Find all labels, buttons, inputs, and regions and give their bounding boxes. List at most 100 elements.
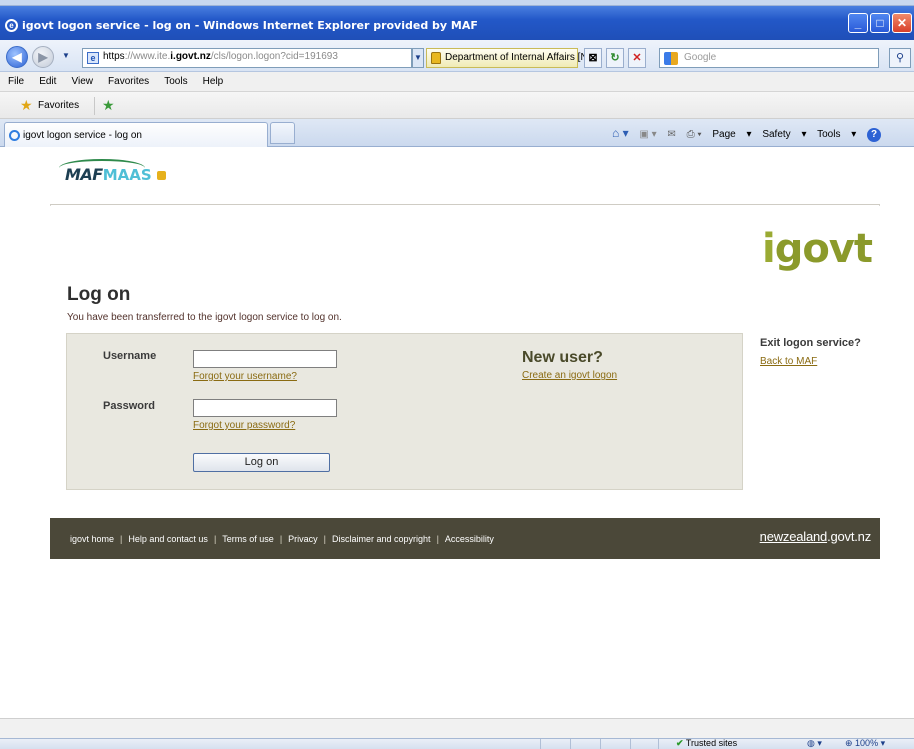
divider xyxy=(570,739,571,749)
page-viewport: MAFMAAS igovt Log on You have been trans… xyxy=(0,147,914,739)
logon-form: Username Forgot your username? Password … xyxy=(66,333,743,490)
footer-link-igovt-home[interactable]: igovt home xyxy=(70,534,114,544)
address-bar[interactable]: e https://www.ite.i.govt.nz/cls/logon.log… xyxy=(82,48,412,68)
page-container: MAFMAAS igovt Log on You have been trans… xyxy=(50,147,880,559)
divider: | xyxy=(323,534,327,544)
status-bar: ✔ Trusted sites ◍ ▾ ⊕ 100% ▾ xyxy=(0,738,914,749)
logon-button[interactable]: Log on xyxy=(193,453,330,472)
username-field[interactable] xyxy=(193,350,337,368)
back-to-maf-link[interactable]: Back to MAF xyxy=(760,356,817,367)
create-logon-link[interactable]: Create an igovt logon xyxy=(522,370,617,381)
footer-link-terms[interactable]: Terms of use xyxy=(222,534,274,544)
mail-icon[interactable]: ✉ xyxy=(667,129,675,140)
newzealand-govt-logo[interactable]: newzealand.govt.nz xyxy=(759,529,872,544)
divider: | xyxy=(120,534,123,544)
divider xyxy=(540,739,541,749)
menu-view[interactable]: View xyxy=(71,76,93,87)
menu-tools[interactable]: Tools xyxy=(164,76,187,87)
zoom-level[interactable]: ⊕ 100% ▾ xyxy=(845,738,885,749)
menu-bar: File Edit View Favorites Tools Help xyxy=(0,72,914,92)
help-icon[interactable]: ? xyxy=(867,128,882,142)
footer-link-disclaimer[interactable]: Disclaimer and copyright xyxy=(332,534,431,544)
forgot-username-link[interactable]: Forgot your username? xyxy=(193,371,297,382)
password-field[interactable] xyxy=(193,399,337,417)
search-placeholder: Google xyxy=(684,52,717,63)
history-dropdown-icon[interactable]: ▼ xyxy=(62,51,70,60)
footer-link-accessibility[interactable]: Accessibility xyxy=(445,534,494,544)
exit-heading: Exit logon service? xyxy=(760,337,861,349)
safety-menu[interactable]: Safety ▾ xyxy=(762,129,806,140)
brand-govt: govt xyxy=(774,226,873,272)
brand-i: i xyxy=(761,226,776,272)
divider: | xyxy=(279,534,283,544)
ie-icon: e xyxy=(5,19,18,32)
maximize-button[interactable]: □ xyxy=(870,13,890,33)
security-report[interactable]: Department of Internal Affairs [NZ] xyxy=(426,48,597,68)
address-dropdown-icon[interactable]: ▼ xyxy=(412,48,424,68)
security-label: Department of Internal Affairs [NZ] xyxy=(445,52,597,63)
forward-button[interactable]: ▶ xyxy=(32,46,54,68)
tab-title: igovt logon service - log on xyxy=(23,130,142,141)
safety-menu-label: Safety xyxy=(762,129,791,140)
stop-button[interactable]: ✕ xyxy=(628,48,646,68)
minimize-button[interactable]: _ xyxy=(848,13,868,33)
search-input[interactable]: Google xyxy=(659,48,879,68)
new-user-heading: New user? xyxy=(522,349,603,366)
horizontal-scrollbar[interactable] xyxy=(0,718,914,738)
close-window-button[interactable]: ✕ xyxy=(892,13,912,33)
address-path: /cls/logon.logon?cid=191693 xyxy=(210,51,338,62)
nz-logo-part-b: .govt.nz xyxy=(827,529,871,544)
back-button[interactable]: ◀ xyxy=(6,46,28,68)
window-title-bar: e igovt logon service - log on - Windows… xyxy=(0,6,914,40)
page-body: igovt Log on You have been transferred t… xyxy=(50,206,880,518)
page-title: Log on xyxy=(67,284,131,305)
site-header: MAFMAAS xyxy=(50,147,880,205)
favorites-button[interactable]: Favorites xyxy=(38,100,79,111)
menu-favorites[interactable]: Favorites xyxy=(108,76,149,87)
security-zone[interactable]: ✔ Trusted sites xyxy=(676,738,737,749)
nz-logo-part-a: newzealand xyxy=(759,529,828,544)
footer-links: igovt home | Help and contact us | Terms of … xyxy=(70,534,494,544)
tools-menu[interactable]: Tools ▾ xyxy=(817,129,856,140)
command-bar: ⌂ ▾ ▣ ▾ ✉ ⎙ ▾ Page ▾ Safety ▾ Tools ▾ ? xyxy=(612,119,914,147)
divider xyxy=(600,739,601,749)
forgot-password-link[interactable]: Forgot your password? xyxy=(193,420,295,431)
menu-help[interactable]: Help xyxy=(203,76,224,87)
username-label: Username xyxy=(103,350,157,362)
checkmark-icon: ✔ xyxy=(676,738,684,748)
compatibility-view-button[interactable]: ⊠ xyxy=(584,48,602,68)
site-footer: igovt home | Help and contact us | Terms of … xyxy=(50,518,880,559)
footer-link-help[interactable]: Help and contact us xyxy=(128,534,208,544)
refresh-button[interactable]: ↻ xyxy=(606,48,624,68)
google-icon xyxy=(664,52,678,65)
swoosh-icon xyxy=(59,159,145,177)
search-icon[interactable]: ⚲ xyxy=(889,48,911,68)
divider: | xyxy=(213,534,217,544)
divider xyxy=(630,739,631,749)
password-label: Password xyxy=(103,400,155,412)
divider xyxy=(658,739,659,749)
menu-file[interactable]: File xyxy=(8,76,24,87)
address-prefix: ://www.ite. xyxy=(124,51,171,62)
address-domain: i.govt.nz xyxy=(170,51,211,62)
page-menu[interactable]: Page ▾ xyxy=(712,129,751,140)
feeds-icon[interactable]: ▣ ▾ xyxy=(639,129,656,140)
zoom-label: 100% xyxy=(855,738,879,748)
page-menu-label: Page xyxy=(712,129,736,140)
home-icon[interactable]: ⌂ ▾ xyxy=(612,126,629,140)
maf-maas-logo[interactable]: MAFMAAS xyxy=(59,159,166,189)
print-icon[interactable]: ⎙ ▾ xyxy=(687,129,702,140)
protected-mode-icon[interactable]: ◍ ▾ xyxy=(807,739,822,749)
tab-active[interactable]: igovt logon service - log on xyxy=(4,122,268,147)
igovt-logo: igovt xyxy=(761,226,873,272)
address-scheme: https xyxy=(103,51,125,62)
page-subtitle: You have been transferred to the igovt l… xyxy=(67,312,342,323)
favorites-star-icon[interactable]: ★ xyxy=(20,98,33,112)
add-favorite-icon[interactable]: ★ xyxy=(102,98,115,112)
divider: | xyxy=(436,534,439,544)
tools-menu-label: Tools xyxy=(817,129,841,140)
divider xyxy=(94,97,95,115)
menu-edit[interactable]: Edit xyxy=(39,76,56,87)
footer-link-privacy[interactable]: Privacy xyxy=(288,534,318,544)
new-tab-button[interactable] xyxy=(270,122,295,144)
